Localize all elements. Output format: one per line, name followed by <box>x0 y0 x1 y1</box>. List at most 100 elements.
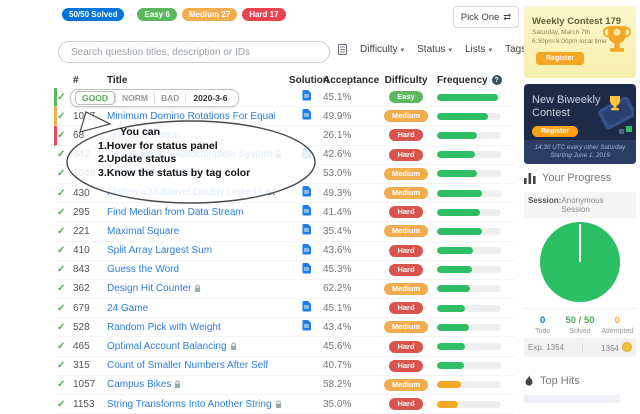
header-acceptance[interactable]: Acceptance <box>323 75 379 86</box>
problem-title-link[interactable]: Count of Smaller Numbers After Self <box>107 360 268 371</box>
question-circle-icon[interactable]: ? <box>491 75 502 85</box>
table-row[interactable]: ✓ 1153 String Transforms Into Another St… <box>54 395 515 414</box>
problem-number: 315 <box>73 360 90 372</box>
search-input[interactable] <box>58 41 330 63</box>
dot-separator: · <box>129 9 133 20</box>
biweekly-register-button[interactable]: Register <box>532 126 579 137</box>
frequency-bar <box>437 323 501 331</box>
table-row[interactable]: ✓ 465 Optimal Account Balancing 45.6% Ha… <box>54 337 515 357</box>
status-date: 2020-3-6 <box>193 93 228 103</box>
solution-icon[interactable] <box>302 224 311 235</box>
table-row[interactable]: ✓ 221 Maximal Square 35.4% Medium <box>54 222 515 242</box>
acceptance-value: 43.6% <box>323 245 352 257</box>
stat-solved[interactable]: 50 / 50 Solved <box>561 315 598 335</box>
status-option-good[interactable]: GOOD <box>75 91 115 105</box>
solution-icon[interactable] <box>302 90 311 101</box>
status-filter[interactable]: Status ▾ <box>417 44 452 55</box>
list-icon <box>338 44 347 55</box>
weekly-contest-card[interactable]: Weekly Contest 179 Saturday, March 7th 6… <box>524 6 636 78</box>
table-row[interactable]: ✓ 528 Random Pick with Weight 43.4% Medi… <box>54 318 515 338</box>
solved-value: 50 / 50 <box>565 315 595 326</box>
frequency-bar <box>437 151 501 159</box>
clipped-next-item <box>524 395 620 403</box>
frequency-bar <box>437 170 501 178</box>
problem-title-link[interactable]: Design Hit Counter <box>107 283 191 294</box>
table-row[interactable]: ✓ 315 Count of Smaller Numbers After Sel… <box>54 357 515 376</box>
biweekly-contest-card[interactable]: New Biweekly Contest Register 14:30 UTC … <box>524 84 636 164</box>
problem-title-link[interactable]: Campus Bikes <box>107 379 171 390</box>
problem-number: 465 <box>73 341 90 353</box>
lock-icon <box>275 400 281 408</box>
table-row[interactable]: ✓ 843 Guess the Word 45.3% Hard <box>54 261 515 280</box>
top-hits-header: Top Hits <box>524 375 580 387</box>
progress-stats: 0 Todo 50 / 50 Solved 0 Attempted <box>524 308 636 335</box>
coin-icon <box>621 342 632 352</box>
table-row[interactable]: ✓ 362 Design Hit Counter 62.2% Medium <box>54 280 515 300</box>
solved-pie-chart <box>540 222 620 302</box>
lists-filter[interactable]: Lists ▾ <box>465 44 492 55</box>
acceptance-value: 35.0% <box>323 398 352 410</box>
problem-number: 221 <box>73 225 90 237</box>
table-row[interactable]: ✓ 410 Split Array Largest Sum 43.6% Hard <box>54 242 515 261</box>
difficulty-filter[interactable]: Difficulty ▾ <box>360 44 404 55</box>
problem-number: 528 <box>73 321 90 333</box>
acceptance-value: 45.6% <box>323 341 352 353</box>
problem-title-link[interactable]: Optimal Account Balancing <box>107 341 227 352</box>
frequency-bar <box>437 227 501 235</box>
table-row[interactable]: ✓ 679 24 Game 45.1% Hard <box>54 299 515 319</box>
header-solution[interactable]: Solution <box>289 75 329 86</box>
frequency-bar-fill <box>437 151 476 159</box>
header-title[interactable]: Title <box>107 75 289 86</box>
problem-number: 410 <box>73 245 90 257</box>
problem-title-link[interactable]: String Transforms Into Another String <box>107 399 272 410</box>
trophy-icon <box>603 26 631 52</box>
status-option-bad[interactable]: BAD <box>155 92 185 104</box>
status-option-norm[interactable]: NORM <box>116 92 154 104</box>
frequency-bar <box>437 343 501 351</box>
problem-title-link[interactable]: Split Array Largest Sum <box>107 245 212 256</box>
biweekly-schedule: 14:30 UTC every other Saturday <box>534 144 626 151</box>
problem-title-link[interactable]: 24 Game <box>107 303 148 314</box>
acceptance-value: 49.3% <box>323 187 352 199</box>
frequency-bar-fill <box>437 323 469 331</box>
problem-title-link[interactable]: Find Median from Data Stream <box>107 207 244 218</box>
problem-title-link[interactable]: Guess the Word <box>107 264 179 275</box>
frequency-bar <box>437 112 501 120</box>
tooltip-line: 1.Hover for status panel <box>98 139 218 152</box>
stat-attempted[interactable]: 0 Attempted <box>599 315 636 335</box>
session-label: Session: <box>528 196 562 205</box>
pie-tick <box>579 224 581 262</box>
frequency-bar-fill <box>437 304 466 312</box>
acceptance-value: 45.1% <box>323 302 352 314</box>
list-view-button[interactable] <box>338 44 347 55</box>
pick-one-label: Pick One <box>460 11 500 23</box>
solution-icon[interactable] <box>302 205 311 216</box>
tooltip-text: You can 1.Hover for status panel 2.Updat… <box>98 126 250 180</box>
solution-icon[interactable] <box>302 320 311 331</box>
difficulty-filter-label: Difficulty <box>360 44 398 55</box>
problem-title-link[interactable]: Random Pick with Weight <box>107 322 221 333</box>
todo-label: Todo <box>535 328 551 335</box>
solution-icon[interactable] <box>302 301 311 312</box>
header-difficulty[interactable]: Difficulty <box>375 75 437 86</box>
check-icon: ✓ <box>57 398 66 410</box>
header-frequency[interactable]: Frequency <box>437 75 488 86</box>
weekly-register-button[interactable]: Register <box>536 52 585 65</box>
frequency-bar-fill <box>437 227 482 235</box>
table-row[interactable]: ✓ 1057 Campus Bikes 58.2% Medium <box>54 376 515 395</box>
problem-title-link[interactable]: Maximal Square <box>107 226 179 237</box>
todo-value: 0 <box>540 315 546 326</box>
solution-icon[interactable] <box>302 262 311 274</box>
solution-icon[interactable] <box>302 243 311 255</box>
stat-todo[interactable]: 0 Todo <box>524 315 561 335</box>
table-row[interactable]: ✓ 295 Find Median from Data Stream 41.4%… <box>54 203 515 223</box>
check-icon: ✓ <box>57 283 66 295</box>
frequency-bar <box>437 208 501 216</box>
header-number[interactable]: # <box>73 75 107 86</box>
session-select[interactable]: Anonymous Session <box>561 196 632 214</box>
acceptance-value: 41.4% <box>323 206 352 218</box>
pick-one-button[interactable]: Pick One ⇄ <box>453 6 519 28</box>
medium-count-badge: Medium 27 <box>181 8 238 21</box>
difficulty-badge: Medium <box>383 187 429 200</box>
difficulty-badge: Medium <box>383 321 429 334</box>
